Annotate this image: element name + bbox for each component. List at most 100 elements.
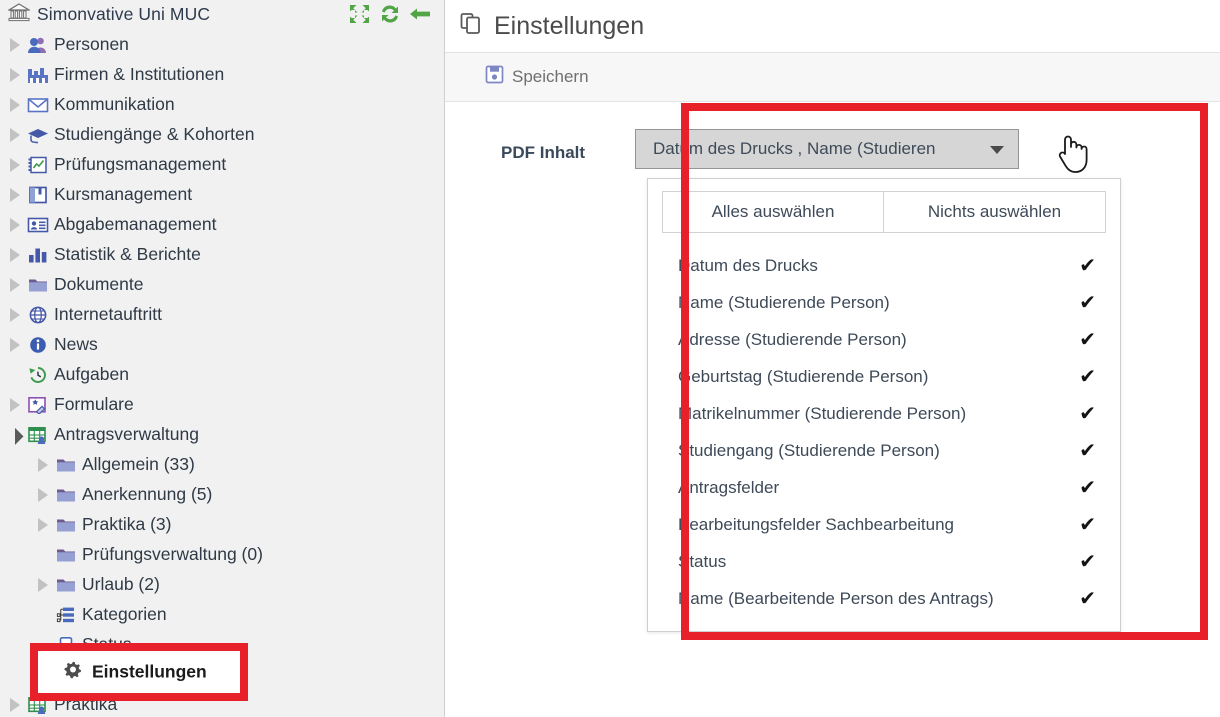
sidebar-item-pruefungsverwaltung[interactable]: Prüfungsverwaltung (0) xyxy=(0,540,444,570)
sidebar-item-personen[interactable]: Personen xyxy=(0,30,444,60)
sidebar-item-formulare[interactable]: Formulare xyxy=(0,390,444,420)
sidebar-item-statistik-berichte[interactable]: Statistik & Berichte xyxy=(0,240,444,270)
sidebar-item-abgabemanagement[interactable]: Abgabemanagement xyxy=(0,210,444,240)
sidebar-item-label: Aufgaben xyxy=(54,364,129,385)
expand-triangle-icon[interactable] xyxy=(4,390,26,420)
multiselect-option[interactable]: Studiengang (Studierende Person) ✔ xyxy=(648,432,1120,469)
multiselect-option[interactable]: Status ✔ xyxy=(648,543,1120,580)
collapse-all-icon[interactable] xyxy=(349,4,370,24)
sidebar-item-label: Dokumente xyxy=(54,274,144,295)
sidebar-item-einstellungen[interactable]: Einstellungen xyxy=(0,660,444,690)
sidebar-item-studiengaenge-kohorten[interactable]: Studiengänge & Kohorten xyxy=(0,120,444,150)
select-all-button[interactable]: Alles auswählen xyxy=(662,191,884,233)
option-label: Datum des Drucks xyxy=(678,255,818,275)
check-icon: ✔ xyxy=(1079,587,1096,610)
collapse-triangle-icon[interactable] xyxy=(4,420,26,450)
info-icon xyxy=(26,334,50,356)
sidebar-item-kursmanagement[interactable]: Kursmanagement xyxy=(0,180,444,210)
university-building-icon xyxy=(6,2,32,27)
sidebar-item-antragsverwaltung[interactable]: Antragsverwaltung xyxy=(0,420,444,450)
main-content-panel: Einstellungen Speichern PDF Inhalt Datum… xyxy=(445,0,1220,717)
multiselect-option[interactable]: Bearbeitungsfelder Sachbearbeitung ✔ xyxy=(648,506,1120,543)
sidebar-item-kommunikation[interactable]: Kommunikation xyxy=(0,90,444,120)
globe-icon xyxy=(26,304,50,326)
sidebar-item-label: Status xyxy=(82,634,132,655)
folder-icon xyxy=(54,514,78,536)
sidebar-item-label: Kursmanagement xyxy=(54,184,193,205)
sidebar-item-firmen-institutionen[interactable]: Firmen & Institutionen xyxy=(0,60,444,90)
sidebar-item-label: Kommunikation xyxy=(54,94,175,115)
option-label: Bearbeitungsfelder Sachbearbeitung xyxy=(678,514,954,534)
multiselect-option[interactable]: Name (Bearbeitende Person des Antrags) ✔ xyxy=(648,580,1120,617)
multiselect-option[interactable]: Antragsfelder ✔ xyxy=(648,469,1120,506)
expand-triangle-icon[interactable] xyxy=(32,480,54,510)
back-arrow-icon[interactable] xyxy=(409,4,430,24)
sidebar-item-label: Prüfungsverwaltung (0) xyxy=(82,544,263,565)
sidebar-item-status[interactable]: Status xyxy=(0,630,444,660)
option-label: Name (Studierende Person) xyxy=(678,292,890,312)
expand-triangle-icon[interactable] xyxy=(4,240,26,270)
refresh-icon[interactable] xyxy=(379,4,400,24)
save-button-label: Speichern xyxy=(512,67,589,86)
option-label: Geburtstag (Studierende Person) xyxy=(678,366,929,386)
expand-triangle-icon[interactable] xyxy=(4,270,26,300)
sidebar-item-label: Abgabemanagement xyxy=(54,214,217,235)
expand-triangle-icon[interactable] xyxy=(4,690,26,717)
sidebar-item-label: Praktika (3) xyxy=(82,514,172,535)
expand-triangle-icon[interactable] xyxy=(4,120,26,150)
sidebar-item-dokumente[interactable]: Dokumente xyxy=(0,270,444,300)
sidebar-item-aufgaben[interactable]: Aufgaben xyxy=(0,360,444,390)
save-button[interactable]: Speichern xyxy=(485,65,589,89)
expand-triangle-icon[interactable] xyxy=(4,60,26,90)
bar-chart-icon xyxy=(26,244,50,266)
page-title: Einstellungen xyxy=(445,0,1220,53)
expand-triangle-icon[interactable] xyxy=(32,570,54,600)
multiselect-option[interactable]: Name (Studierende Person) ✔ xyxy=(648,284,1120,321)
sidebar-item-kategorien[interactable]: Kategorien xyxy=(0,600,444,630)
multiselect-option[interactable]: Adresse (Studierende Person) ✔ xyxy=(648,321,1120,358)
expand-triangle-icon[interactable] xyxy=(4,300,26,330)
expand-triangle-icon[interactable] xyxy=(4,180,26,210)
sidebar-item-label: Studiengänge & Kohorten xyxy=(54,124,255,145)
multiselect-toggle-button[interactable]: Datum des Drucks , Name (Studieren xyxy=(635,129,1019,169)
multiselect-option[interactable]: Geburtstag (Studierende Person) ✔ xyxy=(648,358,1120,395)
expand-triangle-icon[interactable] xyxy=(4,330,26,360)
sidebar-item-label: Prüfungsmanagement xyxy=(54,154,227,175)
twisty-placeholder xyxy=(32,540,54,570)
expand-triangle-icon[interactable] xyxy=(4,210,26,240)
expand-triangle-icon[interactable] xyxy=(4,30,26,60)
check-icon: ✔ xyxy=(1079,550,1096,573)
twisty-placeholder xyxy=(32,660,54,690)
check-icon: ✔ xyxy=(1079,476,1096,499)
sidebar-item-pruefungsmanagement[interactable]: Prüfungsmanagement xyxy=(0,150,444,180)
twisty-placeholder xyxy=(4,360,26,390)
sidebar-item-allgemein[interactable]: Allgemein (33) xyxy=(0,450,444,480)
expand-triangle-icon[interactable] xyxy=(4,150,26,180)
chevron-down-icon[interactable] xyxy=(990,146,1004,154)
sidebar-header: Simonvative Uni MUC xyxy=(0,0,444,28)
sidebar-item-label: Formulare xyxy=(54,394,134,415)
folder-icon xyxy=(54,574,78,596)
check-icon: ✔ xyxy=(1079,402,1096,425)
copy-pages-icon xyxy=(459,10,485,43)
check-icon: ✔ xyxy=(1079,328,1096,351)
sidebar-item-news[interactable]: News xyxy=(0,330,444,360)
select-none-button[interactable]: Nichts auswählen xyxy=(884,191,1106,233)
sidebar-item-urlaub[interactable]: Urlaub (2) xyxy=(0,570,444,600)
sidebar-item-praktika-folder[interactable]: Praktika (3) xyxy=(0,510,444,540)
expand-triangle-icon[interactable] xyxy=(4,90,26,120)
expand-triangle-icon[interactable] xyxy=(32,510,54,540)
pdf-content-form-row: PDF Inhalt Datum des Drucks , Name (Stud… xyxy=(445,102,1220,632)
multiselect-bulk-actions: Alles auswählen Nichts auswählen xyxy=(662,191,1106,233)
multiselect-option[interactable]: Datum des Drucks ✔ xyxy=(648,247,1120,284)
expand-triangle-icon[interactable] xyxy=(32,450,54,480)
twisty-placeholder xyxy=(32,600,54,630)
option-label: Studiengang (Studierende Person) xyxy=(678,440,940,460)
multiselect-option[interactable]: Matrikelnummer (Studierende Person) ✔ xyxy=(648,395,1120,432)
sidebar-item-anerkennung[interactable]: Anerkennung (5) xyxy=(0,480,444,510)
sidebar-header-actions xyxy=(349,4,430,24)
sidebar-item-praktika-root[interactable]: Praktika xyxy=(0,690,444,717)
multiselect-selected-value: Datum des Drucks , Name (Studieren xyxy=(653,139,936,158)
sidebar-item-internetauftritt[interactable]: Internetauftritt xyxy=(0,300,444,330)
check-icon: ✔ xyxy=(1079,365,1096,388)
